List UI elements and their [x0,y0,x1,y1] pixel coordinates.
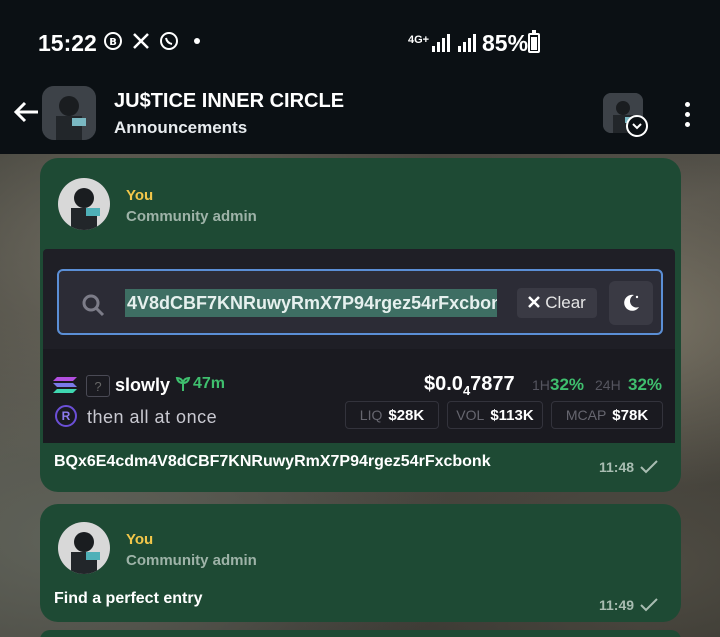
token-name[interactable]: slowly [115,375,170,396]
sender-name[interactable]: You [126,187,153,204]
arrow-left-icon [13,101,38,123]
check-icon [640,460,658,474]
token-embed-card[interactable]: 4V8dCBF7KNRuwyRmX7P94rgez54rFxcbonk Clea… [43,249,675,443]
clear-button[interactable]: Clear [517,288,597,318]
message-timestamp: 11:49 [599,597,658,613]
channel-name[interactable]: Announcements [114,118,247,138]
clear-label: Clear [545,293,586,312]
search-icon [81,293,105,317]
sprout-icon [175,377,191,391]
search-input[interactable]: 4V8dCBF7KNRuwyRmX7P94rgez54rFxcbonk Clea… [57,269,663,335]
solana-icon [53,375,79,395]
token-row[interactable]: ? slowly 47m $0.047877 1H 32% 24H 32% R … [43,349,675,443]
volume-stat: VOL $113K [447,401,543,429]
check-icon [640,598,658,612]
more-options-button[interactable] [672,96,702,132]
h1-change: 32% [550,375,585,394]
status-bar: 15:22 B 4G+ 85% [0,0,720,78]
liquidity-stat: LIQ $28K [345,401,439,429]
message-timestamp: 11:48 [599,459,658,475]
token-tagline: then all at once [87,407,218,427]
chat-header: JU$TICE INNER CIRCLE Announcements [0,78,720,154]
battery-percent: 85% [482,30,529,56]
theme-toggle-button[interactable] [609,281,653,325]
dot-icon [186,30,208,52]
h24-change: 32% [628,375,663,394]
sender-avatar[interactable] [58,178,110,230]
chevron-down-icon[interactable] [626,115,648,137]
token-price: $0.047877 [424,373,515,398]
message-bubble[interactable] [40,630,681,637]
group-avatar[interactable] [42,86,96,140]
token-age: 47m [175,375,225,393]
sender-name[interactable]: You [126,531,153,548]
group-title[interactable]: JU$TICE INNER CIRCLE [114,90,344,113]
whatsapp-business-icon: B [102,30,124,52]
x-icon [130,30,152,52]
message-text[interactable]: Find a perfect entry [54,590,202,608]
market-cap-stat: MCAP $78K [551,401,663,429]
network-type: 4G+ [408,34,430,46]
sender-role: Community admin [126,552,257,569]
h1-label: 1H [532,377,550,393]
close-icon [528,293,541,313]
back-button[interactable] [8,94,44,130]
sender-role: Community admin [126,208,257,225]
message-text[interactable]: BQx6E4cdm4V8dCBF7KNRuwyRmX7P94rgez54rFxc… [54,453,491,471]
moon-icon [624,294,639,311]
sender-avatar[interactable] [58,522,110,574]
battery-icon [528,30,540,53]
search-value[interactable]: 4V8dCBF7KNRuwyRmX7P94rgez54rFxcbonk [125,289,497,317]
h24-label: 24H [595,377,621,393]
notification-icons: B [102,30,208,52]
dex-icon: R [55,405,77,427]
status-time: 15:22 [38,30,97,56]
whatsapp-icon [158,30,180,52]
unknown-token-icon: ? [86,375,110,397]
svg-text:B: B [109,37,117,48]
signal-icon [432,34,480,57]
